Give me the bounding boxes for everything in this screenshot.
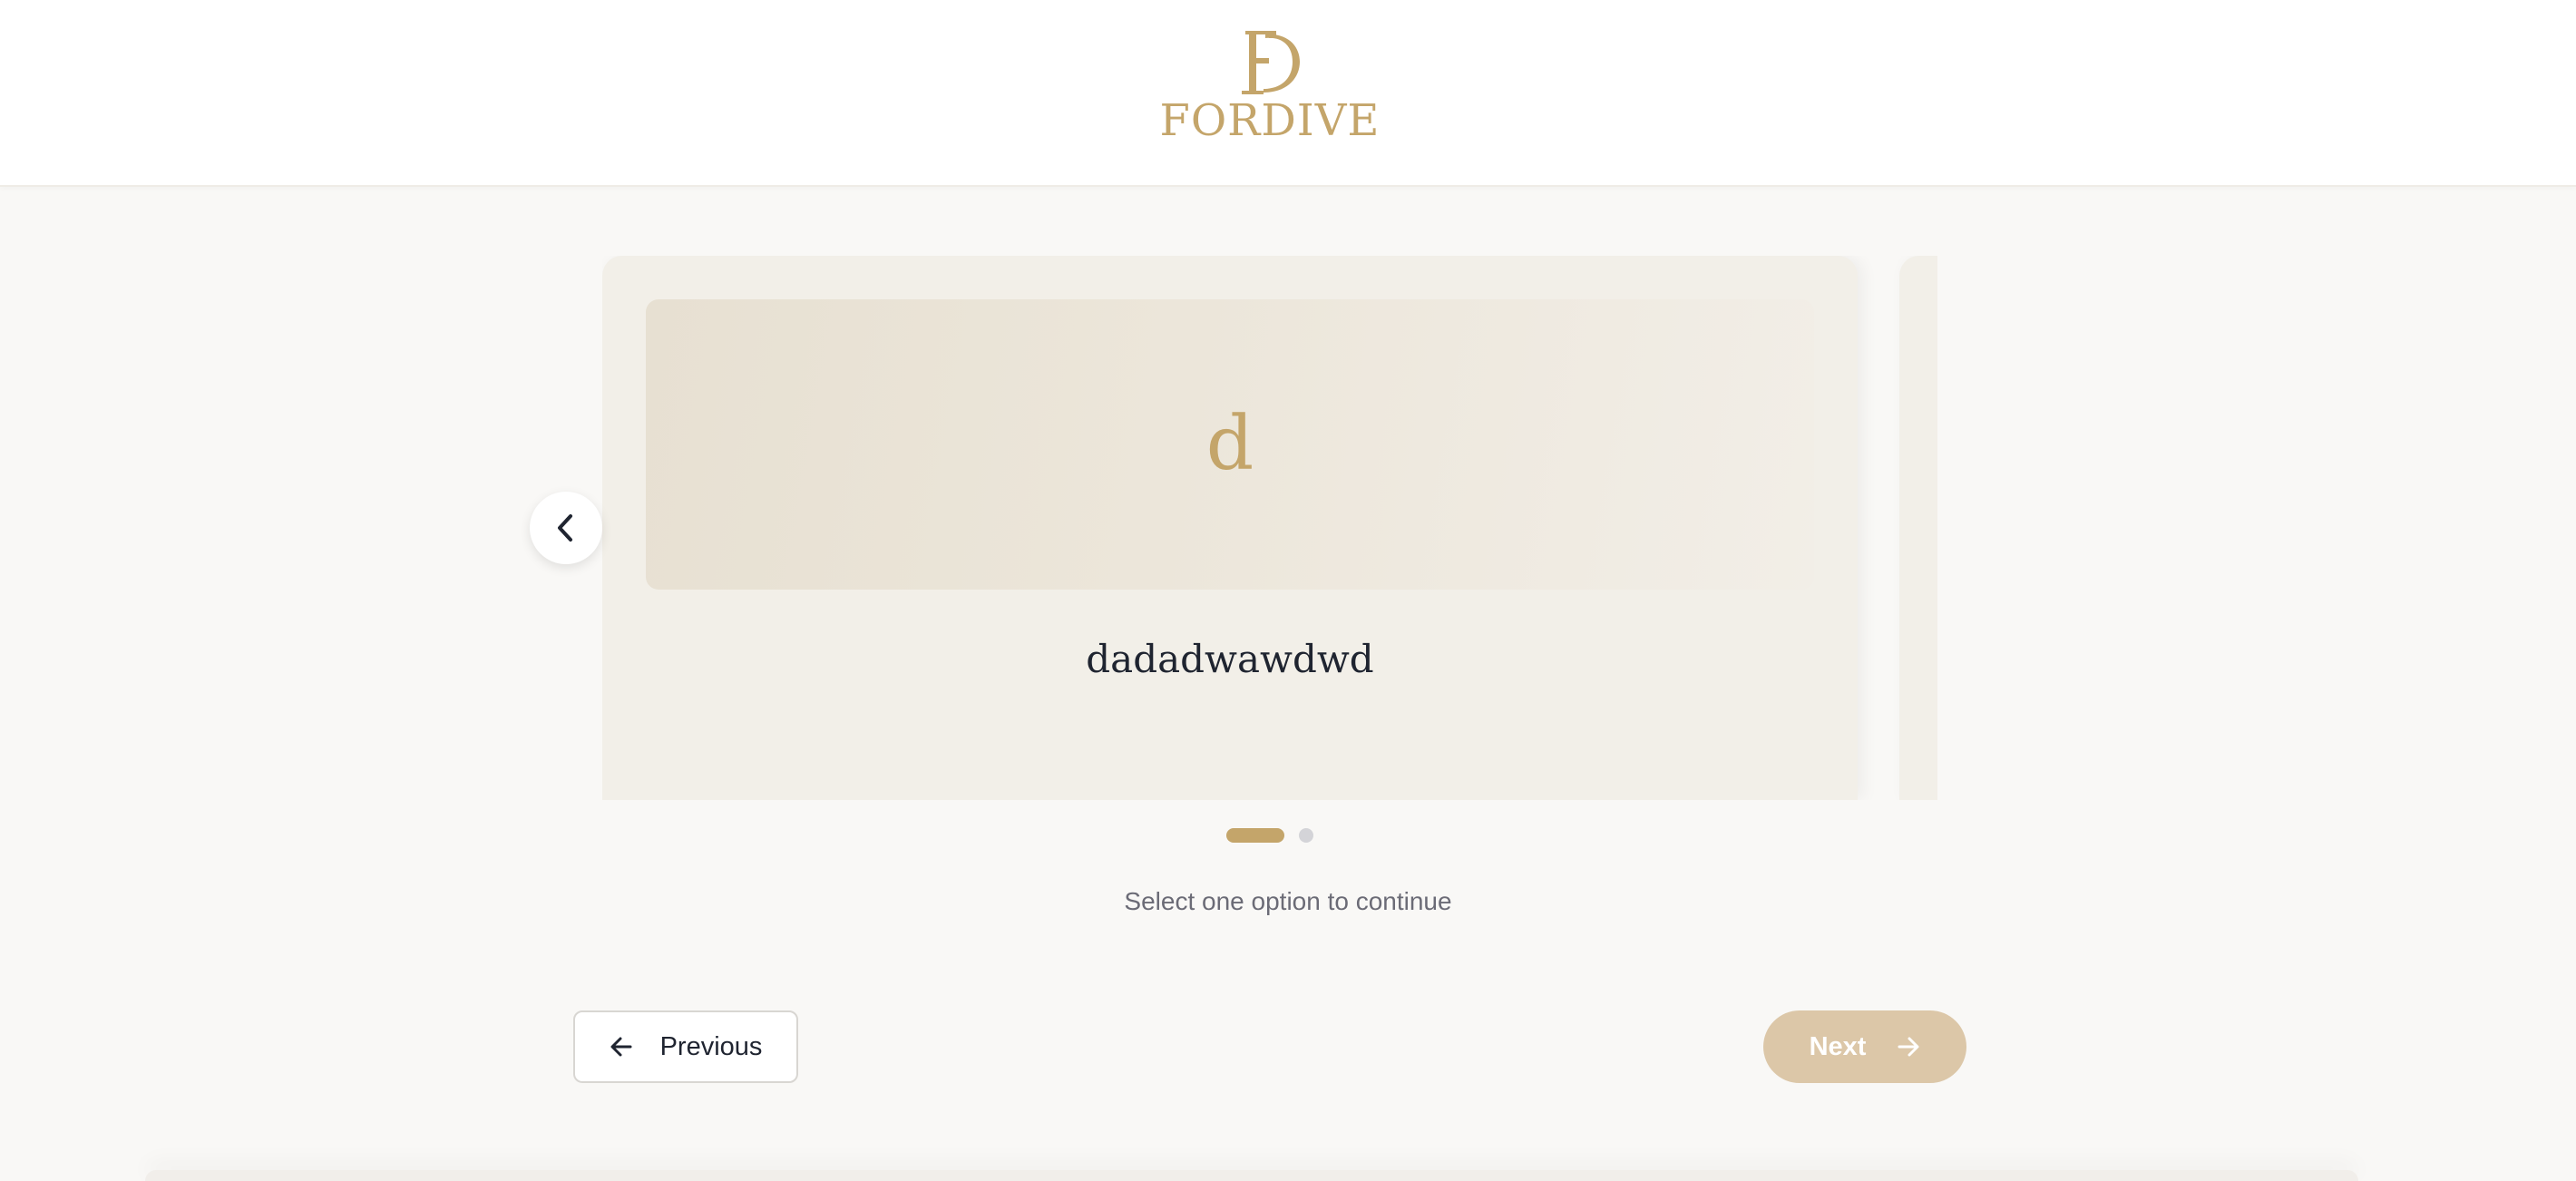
carousel-pagination bbox=[1226, 827, 1313, 844]
previous-button-label: Previous bbox=[659, 1031, 763, 1061]
instruction-text: Select one option to continue bbox=[1124, 887, 1452, 915]
option-card-title: dadadwawdwd bbox=[1086, 637, 1374, 681]
option-card[interactable]: d dadadwawdwd bbox=[602, 256, 1858, 800]
chevron-left-icon bbox=[558, 514, 572, 542]
next-button-label: Next bbox=[1809, 1031, 1867, 1061]
header: FORDIVE bbox=[0, 0, 2576, 187]
next-button[interactable]: Next bbox=[1763, 1010, 1966, 1083]
option-card-next-peek[interactable] bbox=[1899, 256, 1937, 800]
brand-name: FORDIVE bbox=[1159, 95, 1381, 146]
brand-logo[interactable]: FORDIVE bbox=[1152, 25, 1388, 152]
arrow-right-icon bbox=[1898, 1037, 1919, 1057]
option-carousel: d dadadwawdwd bbox=[602, 256, 1937, 800]
option-card-initial: d bbox=[1205, 401, 1254, 487]
pagination-dot[interactable] bbox=[1299, 828, 1313, 843]
bottom-panel-edge bbox=[145, 1170, 2358, 1181]
page: FORDIVE d dadadwawdwd Select one option … bbox=[0, 0, 2576, 1181]
arrow-left-icon bbox=[610, 1037, 632, 1057]
brand-monogram-icon bbox=[1242, 31, 1300, 94]
carousel-prev-button[interactable] bbox=[530, 492, 602, 564]
pagination-dot-active[interactable] bbox=[1226, 828, 1284, 843]
option-card-image: d bbox=[646, 299, 1814, 590]
previous-button[interactable]: Previous bbox=[573, 1010, 798, 1083]
